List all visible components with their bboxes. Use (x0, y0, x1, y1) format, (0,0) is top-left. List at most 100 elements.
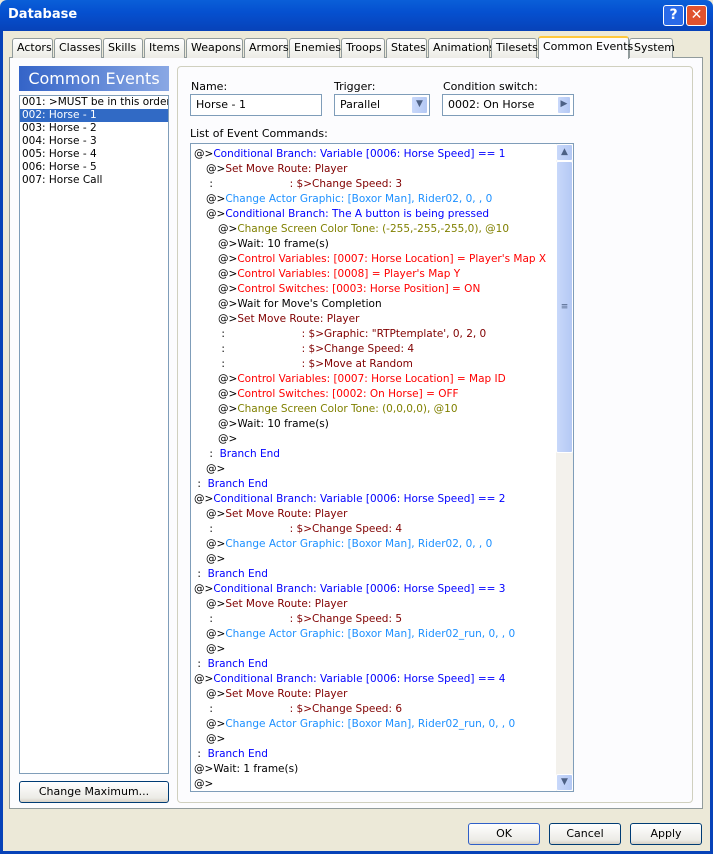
command-prefix: @> (218, 388, 238, 400)
event-list-item[interactable]: 004: Horse - 3 (20, 135, 168, 148)
condition-switch-label: Condition switch: (443, 80, 538, 93)
command-line[interactable]: : Branch End (194, 477, 268, 492)
tab-items[interactable]: Items (144, 38, 185, 58)
command-line[interactable]: : : $>Change Speed: 4 (206, 522, 402, 537)
command-text: Control Variables: [0008] = Player's Map… (237, 268, 461, 280)
scroll-thumb[interactable]: ≡ (556, 161, 573, 453)
command-line[interactable]: @>Control Variables: [0008] = Player's M… (218, 267, 460, 282)
command-line[interactable]: : : $>Change Speed: 3 (206, 177, 402, 192)
command-prefix: @> (218, 268, 238, 280)
command-line[interactable]: @>Set Move Route: Player (206, 162, 347, 177)
command-line[interactable]: @>Wait: 10 frame(s) (218, 237, 329, 252)
cancel-button[interactable]: Cancel (549, 823, 621, 845)
command-line[interactable]: @>Conditional Branch: Variable [0006: Ho… (194, 672, 505, 687)
vertical-scrollbar[interactable]: ▲ ≡ ▼ (556, 144, 573, 791)
command-line[interactable]: @> (206, 732, 225, 747)
command-line[interactable]: @>Change Screen Color Tone: (-255,-255,-… (218, 222, 509, 237)
tab-animations[interactable]: Animations (428, 38, 495, 58)
tab-tilesets[interactable]: Tilesets (491, 38, 538, 58)
command-line[interactable]: @>Set Move Route: Player (206, 687, 347, 702)
command-prefix: @> (218, 433, 238, 445)
command-line[interactable]: : : $>Graphic: "RTPtemplate', 0, 2, 0 (218, 327, 486, 342)
command-line[interactable]: : : $>Change Speed: 4 (218, 342, 414, 357)
command-text: Branch End (212, 448, 280, 460)
scroll-up-icon[interactable]: ▲ (556, 144, 573, 161)
tab-states[interactable]: States (386, 38, 427, 58)
command-line[interactable]: @>Control Switches: [0003: Horse Positio… (218, 282, 480, 297)
command-line[interactable]: : Branch End (206, 447, 280, 462)
command-line[interactable]: : Branch End (194, 567, 268, 582)
command-text: : $>Change Speed: 4 (224, 343, 415, 355)
event-list-item[interactable]: 003: Horse - 2 (20, 122, 168, 135)
command-line[interactable]: @>Set Move Route: Player (206, 597, 347, 612)
command-line[interactable]: : : $>Change Speed: 5 (206, 612, 402, 627)
command-prefix: : (194, 748, 201, 760)
event-list-item[interactable]: 001: >MUST be in this order< (20, 96, 168, 109)
command-line[interactable]: @> (206, 642, 225, 657)
event-list-item[interactable]: 007: Horse Call (20, 174, 168, 187)
command-line[interactable]: @>Control Variables: [0007: Horse Locati… (218, 252, 546, 267)
command-line[interactable]: @> (218, 432, 237, 447)
event-list-item[interactable]: 005: Horse - 4 (20, 148, 168, 161)
command-line[interactable]: @>Change Actor Graphic: [Boxor Man], Rid… (206, 627, 515, 642)
command-line[interactable]: : : $>Change Speed: 6 (206, 702, 402, 717)
tab-enemies[interactable]: Enemies (289, 38, 341, 58)
change-maximum-button[interactable]: Change Maximum... (19, 781, 169, 803)
command-text: : $>Move at Random (224, 358, 413, 370)
ok-button[interactable]: OK (468, 823, 540, 845)
tab-actors[interactable]: Actors (12, 38, 53, 58)
tab-system[interactable]: System (629, 38, 675, 58)
command-line[interactable]: : Branch End (194, 747, 268, 762)
command-line[interactable]: : : $>Move at Random (218, 357, 413, 372)
chevron-down-icon[interactable]: ▼ (411, 96, 428, 114)
tab-common-events[interactable]: Common Events (538, 36, 633, 59)
command-line[interactable]: @>Change Actor Graphic: [Boxor Man], Rid… (206, 537, 492, 552)
command-line[interactable]: @>Change Actor Graphic: [Boxor Man], Rid… (206, 717, 515, 732)
tab-skills[interactable]: Skills (103, 38, 143, 58)
command-line[interactable]: @>Set Move Route: Player (218, 312, 359, 327)
command-line[interactable]: @>Wait: 10 frame(s) (218, 417, 329, 432)
command-line[interactable]: @> (206, 462, 225, 477)
command-line[interactable]: @> (206, 552, 225, 567)
command-prefix: : (194, 478, 201, 490)
event-list-item[interactable]: 006: Horse - 5 (20, 161, 168, 174)
command-prefix: : (218, 343, 225, 355)
event-list[interactable]: 001: >MUST be in this order< 002: Horse -… (19, 95, 169, 774)
close-button[interactable]: ✕ (686, 5, 707, 26)
command-line[interactable]: @>Change Actor Graphic: [Boxor Man], Rid… (206, 192, 492, 207)
command-line[interactable]: @>Wait: 1 frame(s) (194, 762, 298, 777)
command-line[interactable]: @>Change Screen Color Tone: (0,0,0,0), @… (218, 402, 458, 417)
scroll-down-icon[interactable]: ▼ (556, 774, 573, 791)
tab-classes[interactable]: Classes (54, 38, 102, 58)
command-text: Conditional Branch: Variable [0006: Hors… (213, 673, 506, 685)
tab-weapons[interactable]: Weapons (186, 38, 243, 58)
name-input[interactable]: Horse - 1 (190, 94, 322, 116)
command-text: : $>Change Speed: 3 (212, 178, 403, 190)
command-line[interactable]: @>Conditional Branch: Variable [0006: Ho… (194, 582, 505, 597)
command-line[interactable]: @>Conditional Branch: Variable [0006: Ho… (194, 492, 505, 507)
chevron-right-icon[interactable]: ▶ (557, 96, 571, 114)
command-line[interactable]: @>Conditional Branch: The A button is be… (206, 207, 489, 222)
help-button[interactable]: ? (663, 5, 684, 26)
command-line[interactable]: @> (194, 777, 213, 791)
name-label: Name: (191, 80, 228, 93)
command-prefix: @> (206, 628, 226, 640)
command-line[interactable]: @>Conditional Branch: Variable [0006: Ho… (194, 147, 505, 162)
command-prefix: @> (206, 598, 226, 610)
condition-switch-field[interactable]: 0002: On Horse ▶ (442, 94, 574, 116)
event-list-item[interactable]: 002: Horse - 1 (20, 109, 168, 122)
command-line[interactable]: @>Control Switches: [0002: On Horse] = O… (218, 387, 459, 402)
command-line[interactable]: @>Wait for Move's Completion (218, 297, 382, 312)
tab-troops[interactable]: Troops (341, 38, 385, 58)
command-line[interactable]: @>Control Variables: [0007: Horse Locati… (218, 372, 506, 387)
command-prefix: @> (218, 298, 238, 310)
command-text: Change Actor Graphic: [Boxor Man], Rider… (225, 628, 516, 640)
apply-button[interactable]: Apply (630, 823, 702, 845)
trigger-select[interactable]: Parallel ▼ (334, 94, 430, 116)
command-text: Conditional Branch: Variable [0006: Hors… (213, 583, 506, 595)
event-command-list[interactable]: @> Conditional Branch: Variable [0006: Ho… (190, 143, 574, 792)
tab-armors[interactable]: Armors (244, 38, 289, 58)
command-prefix: : (218, 358, 225, 370)
command-line[interactable]: : Branch End (194, 657, 268, 672)
command-line[interactable]: @>Set Move Route: Player (206, 507, 347, 522)
